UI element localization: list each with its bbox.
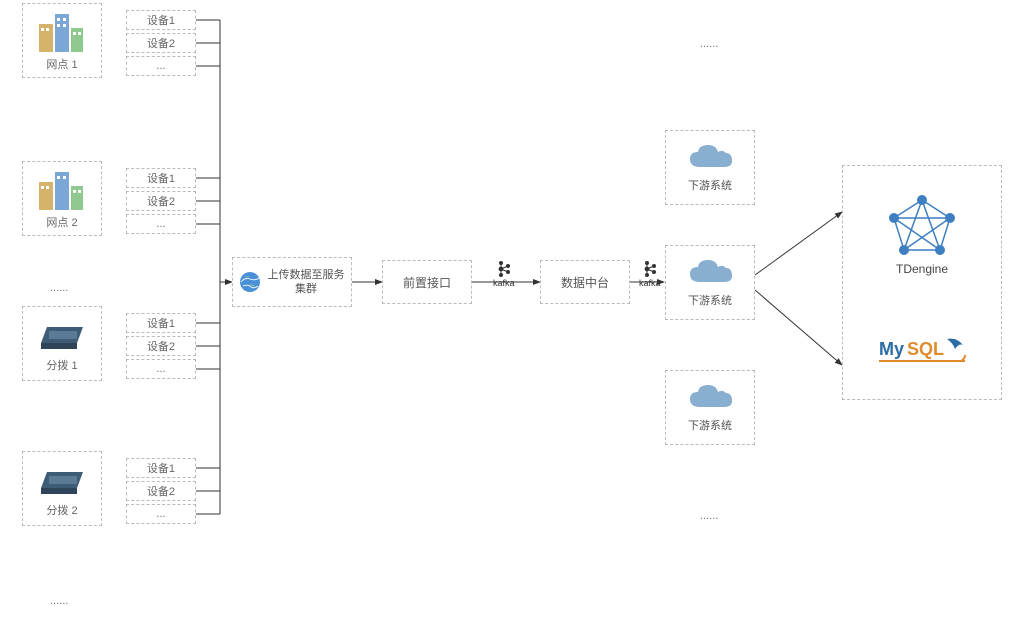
- ellipsis-text: ......: [700, 510, 718, 522]
- device-box: 设备1: [126, 10, 196, 30]
- device-label: 设备1: [147, 460, 175, 476]
- device-label: 设备2: [147, 35, 175, 51]
- device-box: 设备2: [126, 481, 196, 501]
- device-box: ...: [126, 56, 196, 76]
- device-box: ...: [126, 359, 196, 379]
- kafka-label: kafka: [639, 278, 661, 288]
- ellipsis-text: ......: [50, 282, 68, 294]
- kafka-icon: kafka: [639, 260, 661, 288]
- mysql-icon: My SQL: [877, 331, 967, 371]
- data-platform-box: 数据中台: [540, 260, 630, 304]
- kafka-icon: kafka: [493, 260, 515, 288]
- building-icon: [37, 10, 87, 54]
- cloud-label: 下游系统: [688, 177, 732, 193]
- svg-text:SQL: SQL: [907, 339, 944, 359]
- tdengine-icon: [886, 194, 958, 258]
- ellipsis-text: ......: [700, 38, 718, 50]
- stage-label: 数据中台: [561, 274, 609, 291]
- scanner-icon: [37, 460, 87, 500]
- upload-cluster-box: 上传数据至服务集群: [232, 257, 352, 307]
- tdengine-label: TDengine: [896, 262, 948, 276]
- scanner-icon: [37, 315, 87, 355]
- device-box: 设备2: [126, 336, 196, 356]
- device-label: ...: [156, 508, 165, 520]
- building-icon: [37, 168, 87, 212]
- cloud-icon: [686, 258, 734, 288]
- stage-label: 前置接口: [403, 274, 451, 291]
- downstream-cloud-mid: 下游系统: [665, 245, 755, 320]
- device-label: ...: [156, 60, 165, 72]
- site-label: 分拨 1: [46, 357, 77, 373]
- site-box-1: 网点 1: [22, 3, 102, 78]
- device-box: ...: [126, 504, 196, 524]
- device-label: ...: [156, 363, 165, 375]
- site-label: 网点 1: [46, 56, 77, 72]
- device-label: 设备2: [147, 483, 175, 499]
- downstream-cloud-bottom: 下游系统: [665, 370, 755, 445]
- mysql-item: My SQL: [877, 331, 967, 371]
- downstream-cloud-top: 下游系统: [665, 130, 755, 205]
- device-label: 设备1: [147, 315, 175, 331]
- cluster-label: 上传数据至服务集群: [267, 268, 345, 297]
- cloud-label: 下游系统: [688, 292, 732, 308]
- site-label: 网点 2: [46, 214, 77, 230]
- device-box: 设备2: [126, 191, 196, 211]
- tdengine-item: TDengine: [886, 194, 958, 276]
- frontend-interface-box: 前置接口: [382, 260, 472, 304]
- site-box-3: 分拨 1: [22, 306, 102, 381]
- device-label: 设备2: [147, 338, 175, 354]
- device-box: 设备2: [126, 33, 196, 53]
- globe-icon: [239, 271, 261, 293]
- site-box-4: 分拨 2: [22, 451, 102, 526]
- svg-text:My: My: [879, 339, 904, 359]
- device-box: 设备1: [126, 168, 196, 188]
- device-label: ...: [156, 218, 165, 230]
- device-box: ...: [126, 214, 196, 234]
- cloud-icon: [686, 143, 734, 173]
- device-box: 设备1: [126, 313, 196, 333]
- cloud-icon: [686, 383, 734, 413]
- site-label: 分拨 2: [46, 502, 77, 518]
- device-box: 设备1: [126, 458, 196, 478]
- kafka-label: kafka: [493, 278, 515, 288]
- device-label: 设备1: [147, 170, 175, 186]
- cloud-label: 下游系统: [688, 417, 732, 433]
- device-label: 设备1: [147, 12, 175, 28]
- destination-box: TDengine My SQL: [842, 165, 1002, 400]
- site-box-2: 网点 2: [22, 161, 102, 236]
- ellipsis-text: ......: [50, 595, 68, 607]
- device-label: 设备2: [147, 193, 175, 209]
